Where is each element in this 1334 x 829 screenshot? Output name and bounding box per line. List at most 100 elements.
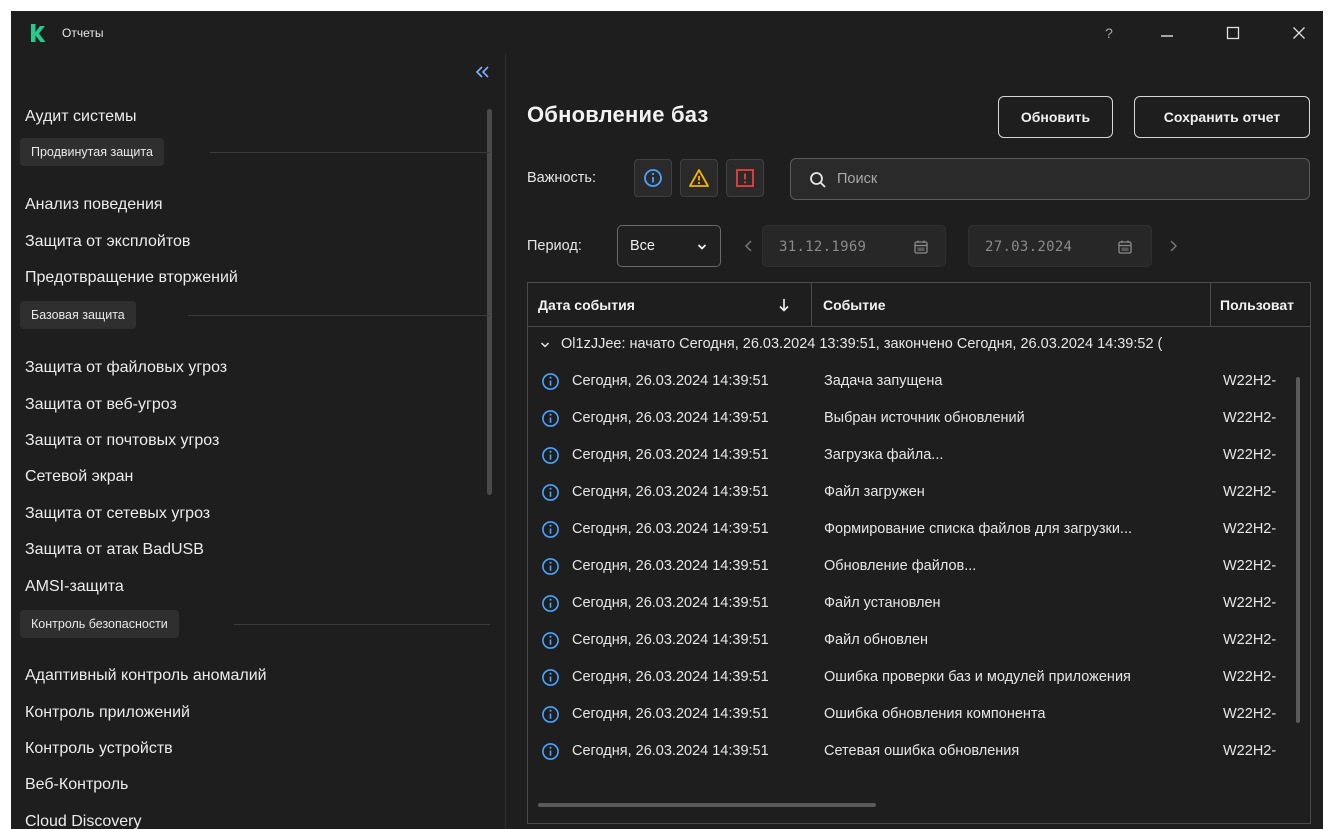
column-header-user[interactable]: Пользоват bbox=[1220, 283, 1294, 327]
close-button[interactable] bbox=[1277, 19, 1321, 47]
maximize-icon bbox=[1226, 26, 1240, 40]
sidebar-item[interactable]: Веб-Контроль bbox=[25, 776, 128, 794]
maximize-button[interactable] bbox=[1211, 19, 1255, 47]
info-icon bbox=[542, 447, 559, 464]
date-from-field[interactable]: 31.12.1969 bbox=[762, 225, 946, 267]
sidebar-item[interactable]: Защита от сетевых угроз bbox=[25, 505, 210, 523]
group-divider bbox=[210, 152, 490, 153]
info-icon bbox=[542, 558, 559, 575]
row-date: Сегодня, 26.03.2024 14:39:51 bbox=[572, 484, 769, 500]
sidebar-scrollbar[interactable] bbox=[487, 109, 492, 495]
table-row[interactable]: Сегодня, 26.03.2024 14:39:51 Ошибка обнов… bbox=[528, 696, 1310, 733]
info-icon bbox=[644, 169, 662, 187]
table-row[interactable]: Сегодня, 26.03.2024 14:39:51 Задача запущ… bbox=[528, 363, 1310, 400]
search-field[interactable] bbox=[790, 158, 1310, 200]
table-row[interactable]: Сегодня, 26.03.2024 14:39:51 Загрузка фай… bbox=[528, 437, 1310, 474]
group-divider bbox=[234, 624, 490, 625]
sidebar-item[interactable]: Адаптивный контроль аномалий bbox=[25, 667, 267, 685]
task-group-label: Ol1zJJee: начато Сегодня, 26.03.2024 13:… bbox=[561, 336, 1163, 352]
row-event: Ошибка проверки баз и модулей приложения bbox=[824, 669, 1131, 685]
date-to-field[interactable]: 27.03.2024 bbox=[968, 225, 1152, 267]
calendar-icon[interactable] bbox=[1117, 239, 1133, 255]
table-row[interactable]: Сегодня, 26.03.2024 14:39:51 Обновление ф… bbox=[528, 548, 1310, 585]
help-button[interactable]: ? bbox=[1087, 19, 1131, 47]
close-icon bbox=[1293, 27, 1305, 39]
search-input[interactable] bbox=[837, 159, 1297, 199]
row-event: Сетевая ошибка обновления bbox=[824, 743, 1020, 759]
sidebar-item[interactable]: Контроль устройств bbox=[25, 740, 173, 758]
sidebar-item[interactable]: Защита от атак BadUSB bbox=[25, 541, 204, 559]
sidebar-item[interactable]: Предотвращение вторжений bbox=[25, 269, 238, 287]
sort-down-icon[interactable] bbox=[778, 298, 790, 312]
row-event: Загрузка файла... bbox=[824, 447, 944, 463]
task-group-row[interactable]: Ol1zJJee: начато Сегодня, 26.03.2024 13:… bbox=[528, 327, 1310, 363]
sidebar-item[interactable]: Защита от веб-угроз bbox=[25, 396, 177, 414]
column-separator[interactable] bbox=[811, 283, 812, 327]
sidebar-item[interactable]: Анализ поведения bbox=[25, 196, 163, 214]
column-header-event[interactable]: Событие bbox=[823, 283, 886, 327]
date-from-value: 31.12.1969 bbox=[779, 239, 867, 255]
table-row[interactable]: Сегодня, 26.03.2024 14:39:51 Файл установ… bbox=[528, 585, 1310, 622]
group-divider bbox=[188, 315, 490, 316]
date-to-value: 27.03.2024 bbox=[985, 239, 1073, 255]
sidebar-group-label: Контроль безопасности bbox=[20, 610, 179, 638]
column-separator[interactable] bbox=[1210, 283, 1211, 327]
search-icon bbox=[810, 172, 826, 188]
next-period-icon[interactable] bbox=[1166, 237, 1180, 255]
table-row[interactable]: Сегодня, 26.03.2024 14:39:51 Выбран источ… bbox=[528, 400, 1310, 437]
sidebar-item[interactable]: Защита от почтовых угроз bbox=[25, 432, 219, 450]
table-header: Дата события Событие Пользоват bbox=[528, 283, 1310, 327]
chevron-down-icon bbox=[540, 342, 550, 348]
calendar-icon[interactable] bbox=[913, 239, 929, 255]
severity-warning-toggle[interactable] bbox=[680, 159, 718, 197]
previous-period-icon[interactable] bbox=[742, 237, 756, 255]
row-date: Сегодня, 26.03.2024 14:39:51 bbox=[572, 706, 769, 722]
warning-icon bbox=[689, 169, 709, 187]
table-horizontal-scrollbar[interactable] bbox=[538, 803, 876, 807]
info-icon bbox=[542, 706, 559, 723]
refresh-button[interactable]: Обновить bbox=[998, 96, 1113, 138]
row-date: Сегодня, 26.03.2024 14:39:51 bbox=[572, 558, 769, 574]
info-icon bbox=[542, 410, 559, 427]
row-event: Формирование списка файлов для загрузки.… bbox=[824, 521, 1133, 537]
severity-label: Важность: bbox=[527, 170, 596, 186]
save-report-button[interactable]: Сохранить отчет bbox=[1134, 96, 1310, 138]
column-header-date[interactable]: Дата события bbox=[538, 283, 635, 327]
sidebar-item[interactable]: Контроль приложений bbox=[25, 704, 190, 722]
sidebar-item[interactable]: Защита от файловых угроз bbox=[25, 359, 227, 377]
sidebar-item[interactable]: Защита от эксплойтов bbox=[25, 233, 190, 251]
period-dropdown[interactable]: Все bbox=[617, 225, 721, 267]
table-vertical-scrollbar[interactable] bbox=[1296, 377, 1300, 723]
row-user: W22H2- bbox=[1223, 558, 1277, 574]
row-date: Сегодня, 26.03.2024 14:39:51 bbox=[572, 521, 769, 537]
row-user: W22H2- bbox=[1223, 669, 1277, 685]
info-icon bbox=[542, 373, 559, 390]
row-event: Файл обновлен bbox=[824, 632, 929, 648]
main-panel: Обновление баз Обновить Сохранить отчет … bbox=[506, 53, 1323, 829]
info-icon bbox=[542, 521, 559, 538]
row-user: W22H2- bbox=[1223, 743, 1277, 759]
table-row[interactable]: Сегодня, 26.03.2024 14:39:51 Ошибка прове… bbox=[528, 659, 1310, 696]
info-icon bbox=[542, 669, 559, 686]
row-event: Выбран источник обновлений bbox=[824, 410, 1025, 426]
error-icon bbox=[736, 169, 754, 187]
sidebar-item[interactable]: AMSI-защита bbox=[25, 578, 124, 596]
row-user: W22H2- bbox=[1223, 632, 1277, 648]
minimize-button[interactable] bbox=[1145, 19, 1189, 47]
table-row[interactable]: Сегодня, 26.03.2024 14:39:51 Файл загруже… bbox=[528, 474, 1310, 511]
sidebar-item[interactable]: Сетевой экран bbox=[25, 468, 133, 486]
period-label: Период: bbox=[527, 238, 582, 254]
period-value: Все bbox=[630, 238, 655, 254]
row-date: Сегодня, 26.03.2024 14:39:51 bbox=[572, 447, 769, 463]
info-icon bbox=[542, 595, 559, 612]
table-row[interactable]: Сегодня, 26.03.2024 14:39:51 Файл обновле… bbox=[528, 622, 1310, 659]
table-row[interactable]: Сегодня, 26.03.2024 14:39:51 Формирование… bbox=[528, 511, 1310, 548]
chevron-down-icon bbox=[697, 244, 707, 250]
reports-window: Отчеты ? Аудит системы Продвинутая защит… bbox=[11, 11, 1323, 829]
severity-error-toggle[interactable] bbox=[726, 159, 764, 197]
sidebar-item[interactable]: Cloud Discovery bbox=[25, 813, 141, 829]
table-row[interactable]: Сегодня, 26.03.2024 14:39:51 Сетевая ошиб… bbox=[528, 733, 1310, 770]
severity-info-toggle[interactable] bbox=[634, 159, 672, 197]
collapse-sidebar-icon[interactable] bbox=[472, 61, 494, 83]
sidebar-item-system-audit[interactable]: Аудит системы bbox=[25, 108, 137, 126]
